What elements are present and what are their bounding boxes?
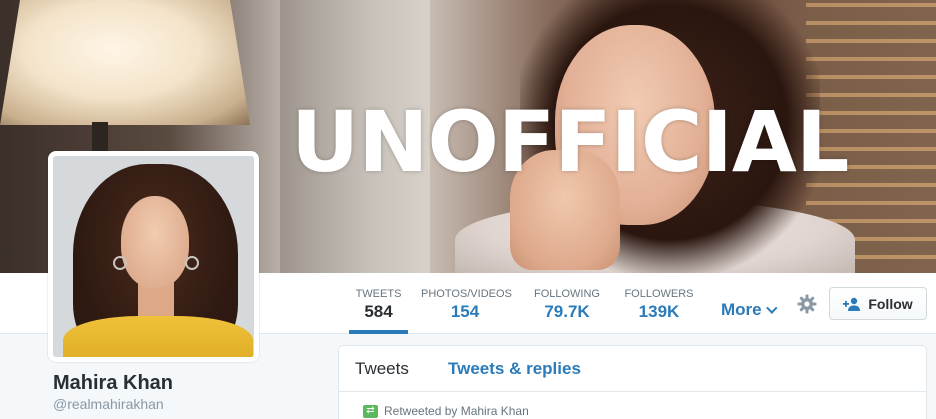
- profile-avatar[interactable]: [48, 151, 259, 362]
- avatar-earring-left: [113, 256, 127, 270]
- nav-stat-following[interactable]: FOLLOWING 79.7K: [533, 273, 601, 334]
- timeline-panel: Tweets Tweets & replies ⇄ Retweeted by M…: [338, 345, 927, 419]
- avatar-earring-right: [185, 256, 199, 270]
- timeline-tabs: Tweets Tweets & replies: [339, 346, 926, 392]
- twitter-profile-page: UNOFFICIAL TWEETS 584 PHOTOS/VIDEOS 154 …: [0, 0, 936, 419]
- retweet-icon: ⇄: [363, 404, 378, 418]
- nav-stat-value: 139K: [638, 302, 680, 321]
- nav-stat-value: 584: [364, 302, 393, 321]
- nav-stat-label: PHOTOS/VIDEOS: [421, 288, 512, 300]
- nav-stat-value: 79.7K: [544, 302, 590, 321]
- gear-icon[interactable]: [797, 294, 817, 314]
- profile-name[interactable]: Mahira Khan: [53, 372, 173, 395]
- banner-lamp-shade: [0, 0, 250, 125]
- nav-stat-label: FOLLOWING: [533, 288, 600, 300]
- more-dropdown-button[interactable]: More: [721, 300, 778, 320]
- profile-handle[interactable]: @realmahirakhan: [53, 396, 164, 412]
- nav-stat-label: TWEETS: [355, 288, 402, 300]
- nav-stat-value: 154: [450, 302, 480, 321]
- retweet-context: ⇄ Retweeted by Mahira Khan: [363, 404, 529, 418]
- nav-stat-photos-videos[interactable]: PHOTOS/VIDEOS 154: [421, 273, 512, 334]
- avatar-jacket: [63, 316, 253, 357]
- nav-stat-followers[interactable]: FOLLOWERS 139K: [624, 273, 694, 334]
- tab-tweets[interactable]: Tweets: [355, 359, 409, 379]
- add-user-icon: [843, 297, 861, 311]
- tab-tweets-and-replies[interactable]: Tweets & replies: [448, 359, 581, 379]
- avatar-face: [121, 196, 189, 288]
- banner-overlay-text: UNOFFICIAL: [291, 93, 849, 191]
- retweet-context-text[interactable]: Retweeted by Mahira Khan: [384, 404, 529, 418]
- follow-button[interactable]: Follow: [829, 287, 927, 320]
- follow-button-label: Follow: [868, 295, 913, 312]
- nav-stat-tweets[interactable]: TWEETS 584: [349, 273, 408, 334]
- nav-stat-label: FOLLOWERS: [624, 288, 694, 300]
- more-label: More: [721, 300, 762, 319]
